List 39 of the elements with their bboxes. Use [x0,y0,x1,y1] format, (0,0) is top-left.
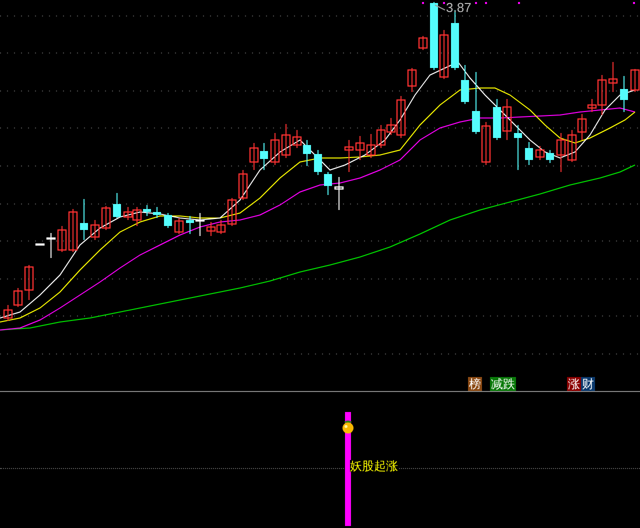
candlestick [620,76,628,112]
signal-text: 妖股起涨 [350,460,398,472]
candlestick [101,206,111,230]
candlestick [407,68,417,92]
fruit-icon [341,419,355,434]
candlestick [630,68,640,92]
candlestick [324,172,332,196]
legend-badge: 财 [581,377,595,391]
legend-badge: 减跌 [490,377,516,391]
candlestick [355,136,365,160]
candlestick [376,124,386,148]
candlestick [556,132,566,172]
candlestick [153,206,161,218]
candlestick [366,134,376,158]
candlestick [113,192,121,218]
candlestick [514,124,522,170]
legend-badge: 榜 [468,377,482,391]
candlestick [90,220,100,240]
candlestick [608,62,618,92]
candlestick [3,304,13,322]
candlestick [461,64,469,104]
candlestick [249,142,259,170]
candlestick [344,140,354,172]
candlestick [123,206,133,220]
candlestick [535,146,545,160]
legend-badge: 涨 [567,377,581,391]
candlestick [502,98,512,140]
candlestick [567,130,577,162]
candlestick [164,212,172,228]
price-high-label: 3.87 [446,1,472,14]
candlestick [238,170,248,200]
candlestick [174,218,184,234]
candlestick [270,132,280,166]
candlestick [525,142,533,166]
candlestick [418,36,428,50]
candlestick [80,198,88,240]
candlestick [439,30,449,80]
candlestick [314,150,322,176]
candlestick [334,176,344,210]
